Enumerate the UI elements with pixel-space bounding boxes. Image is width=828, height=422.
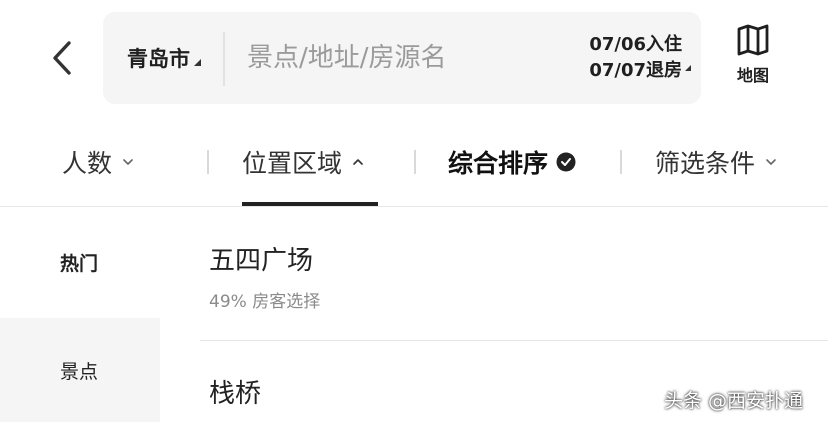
city-selector[interactable]: 青岛市 — [127, 45, 201, 73]
check-out-label: 07/07退房 — [589, 60, 682, 81]
nav-item-label: 热门 — [60, 252, 99, 275]
chevron-left-icon — [53, 41, 71, 75]
search-divider — [223, 32, 225, 86]
list-item-title: 五四广场 — [209, 246, 314, 276]
search-bar: 青岛市 07/06入住 07/07退房 — [103, 12, 701, 104]
nav-item-scenic-spots[interactable]: 景点 — [0, 318, 160, 422]
dropdown-triangle-icon — [194, 59, 201, 66]
chevron-down-icon — [122, 158, 134, 166]
filter-guests-label: 人数 — [62, 149, 113, 178]
filter-guests[interactable]: 人数 — [62, 142, 134, 182]
filter-location-label: 位置区域 — [242, 149, 343, 178]
chevron-up-icon — [352, 158, 364, 166]
list-item[interactable]: 五四广场 49% 房客选择 — [200, 207, 828, 341]
check-in-date: 07/06入住 — [579, 32, 691, 58]
city-label: 青岛市 — [127, 47, 190, 71]
map-label: 地图 — [736, 66, 769, 85]
check-out-date: 07/07退房 — [579, 58, 691, 84]
map-button[interactable]: 地图 — [728, 24, 778, 94]
nav-item-label: 景点 — [60, 360, 99, 383]
filter-sort-label: 综合排序 — [448, 149, 549, 178]
category-nav: 热门 景点 — [0, 207, 160, 422]
list-item-subtitle: 49% 房客选择 — [209, 292, 321, 312]
filter-divider — [620, 150, 622, 174]
nav-item-hot[interactable]: 热门 — [0, 210, 160, 314]
search-input[interactable] — [247, 38, 547, 78]
map-icon — [737, 24, 769, 56]
date-selector[interactable]: 07/06入住 07/07退房 — [579, 32, 691, 88]
filter-bar: 人数 位置区域 综合排序 筛选条件 — [0, 120, 828, 206]
list-item-title: 栈桥 — [209, 379, 262, 409]
back-button[interactable] — [40, 34, 84, 82]
filter-divider — [207, 150, 209, 174]
dropdown-triangle-icon — [685, 65, 691, 71]
filter-location[interactable]: 位置区域 — [242, 142, 364, 182]
check-in-label: 07/06入住 — [589, 34, 682, 55]
filter-sort[interactable]: 综合排序 — [448, 142, 576, 182]
watermark: 头条 @西安扑通 — [664, 390, 804, 412]
hotel-search-page: 青岛市 07/06入住 07/07退房 地图 人数 — [0, 0, 828, 422]
chevron-down-icon — [765, 158, 777, 166]
filter-conditions[interactable]: 筛选条件 — [655, 142, 777, 182]
filter-divider — [414, 150, 416, 174]
filter-conditions-label: 筛选条件 — [655, 149, 756, 178]
check-circle-icon — [556, 152, 576, 172]
